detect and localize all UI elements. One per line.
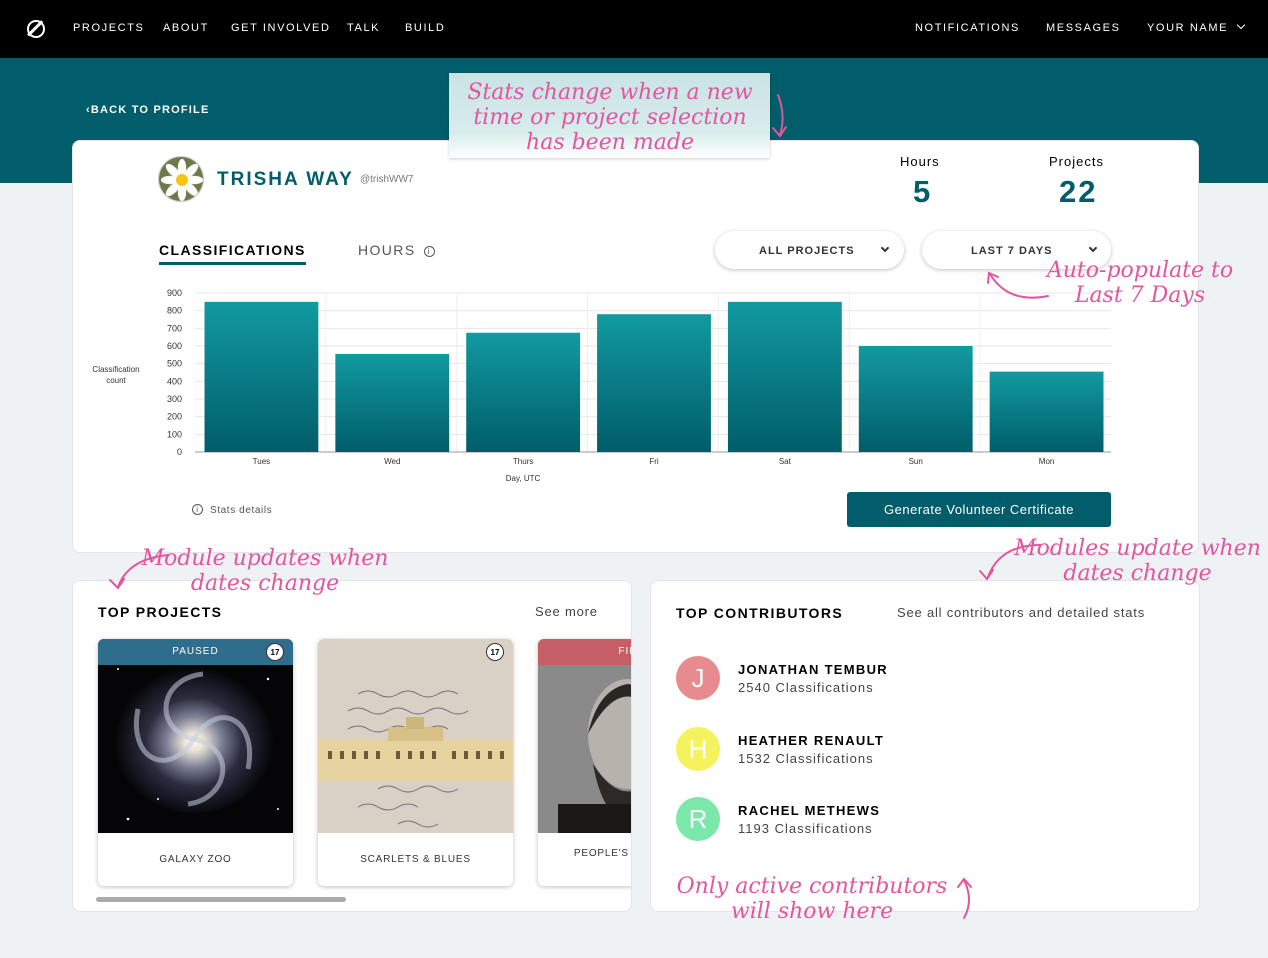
arrowhead-icon xyxy=(979,569,994,581)
arrow-icon xyxy=(963,879,970,919)
arrowhead-icon xyxy=(109,578,125,590)
annotation-arrows xyxy=(109,94,1049,919)
arrow-icon xyxy=(987,544,1041,578)
arrow-icon xyxy=(117,554,169,588)
arrowhead-icon xyxy=(772,126,787,138)
arrow-icon xyxy=(777,94,784,136)
